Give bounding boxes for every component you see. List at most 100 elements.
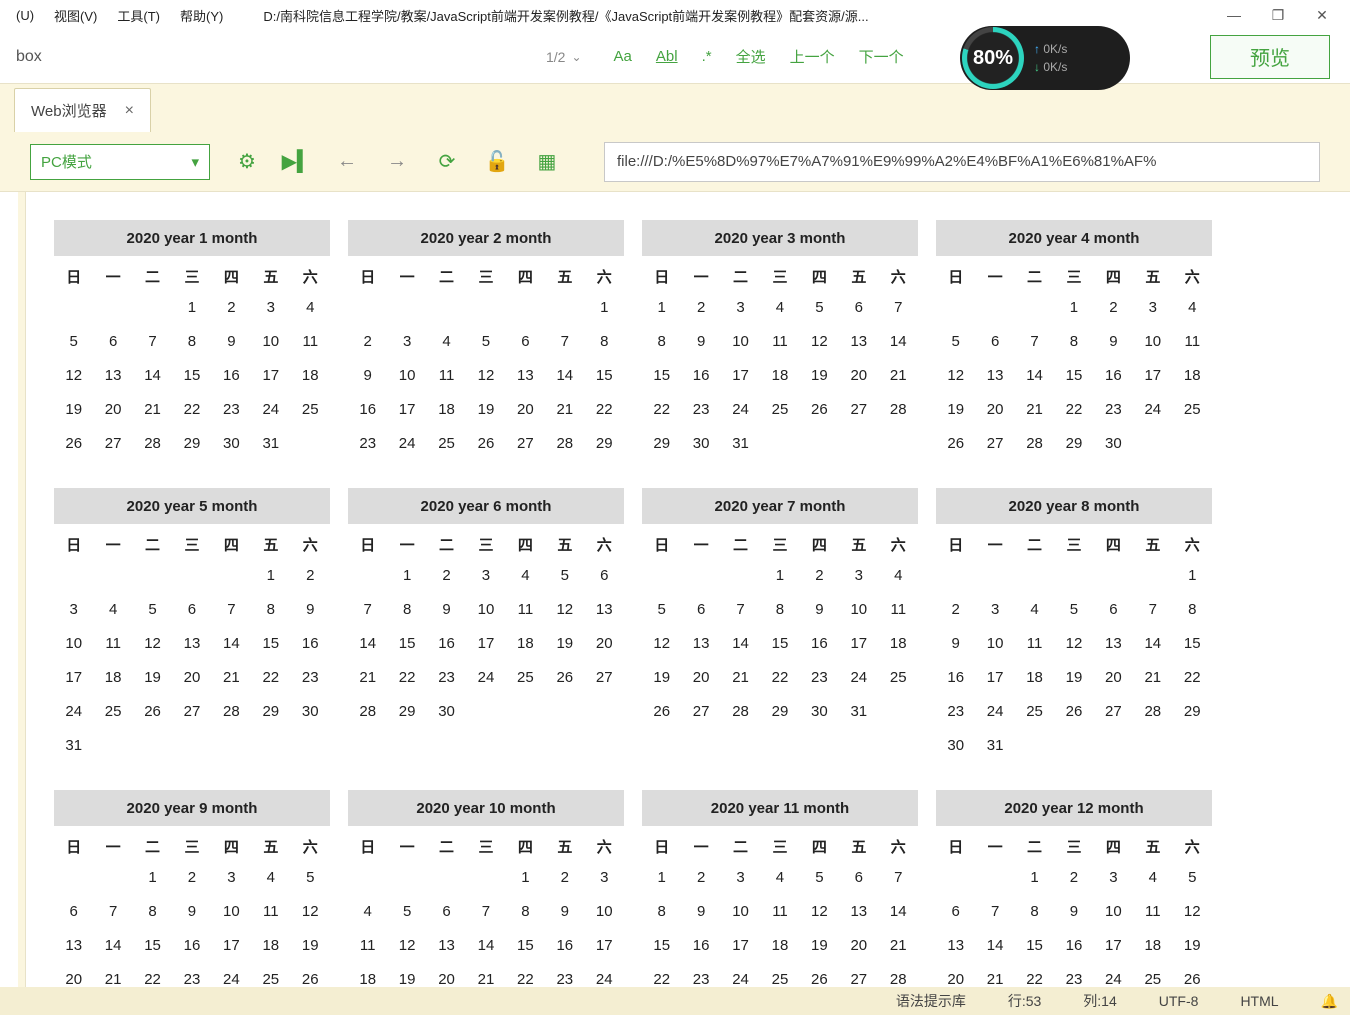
find-regex-option[interactable]: .* [702, 48, 712, 65]
calendar-day: 22 [642, 962, 681, 987]
calendar-day: 26 [1054, 694, 1093, 728]
tab-close-icon[interactable]: × [125, 102, 134, 120]
lock-icon[interactable]: 🔓 [484, 149, 510, 175]
menu-help[interactable]: 帮助(Y) [170, 6, 233, 25]
calendar-day: 25 [879, 660, 918, 694]
forward-icon[interactable]: → [384, 149, 410, 175]
calendar-day: 9 [291, 592, 330, 626]
calendar-day: 9 [681, 894, 720, 928]
calendar-day: 29 [585, 426, 624, 460]
calendar-day: 19 [545, 626, 584, 660]
status-encoding[interactable]: UTF-8 [1159, 993, 1199, 1009]
calendar-day: 23 [348, 426, 387, 460]
weekday-header: 六 [1173, 256, 1212, 290]
find-word-option[interactable]: Abl [656, 48, 678, 65]
calendar-day: 30 [936, 728, 975, 762]
back-icon[interactable]: ← [334, 149, 360, 175]
calendar-day: 1 [133, 860, 172, 894]
grid-icon[interactable]: ▦ [534, 149, 560, 175]
status-syntax[interactable]: 语法提示库 [896, 991, 966, 1011]
calendar-day: 23 [427, 660, 466, 694]
find-dropdown-icon[interactable]: ⌄ [571, 50, 581, 64]
find-input[interactable] [10, 42, 540, 72]
weekday-header: 日 [54, 524, 93, 558]
month-block: 2020 year 8 month日一二三四五六1234567891011121… [936, 488, 1212, 762]
calendar-day: 13 [585, 592, 624, 626]
calendar-day: 27 [975, 426, 1014, 460]
minimize-button[interactable]: — [1212, 7, 1256, 23]
calendar-day: 20 [172, 660, 211, 694]
weekday-header: 四 [800, 256, 839, 290]
calendar-day: 19 [1054, 660, 1093, 694]
devtools-icon[interactable]: ▶▍ [284, 149, 310, 175]
calendar-day: 8 [585, 324, 624, 358]
calendar-day: 25 [291, 392, 330, 426]
calendar-day: 23 [800, 660, 839, 694]
menu-view[interactable]: 视图(V) [44, 6, 107, 25]
calendar-day: 29 [760, 694, 799, 728]
tab-web-browser[interactable]: Web浏览器 × [14, 88, 151, 132]
calendar-day: 16 [212, 358, 251, 392]
calendar-day: 25 [93, 694, 132, 728]
calendar-table: 日一二三四五六123456789101112131415161718192021… [642, 524, 918, 728]
find-case-option[interactable]: Aa [614, 48, 632, 65]
bell-icon[interactable]: 🔔 [1321, 993, 1338, 1010]
calendar-day: 27 [585, 660, 624, 694]
status-lang[interactable]: HTML [1240, 993, 1278, 1009]
chevron-down-icon: ▾ [191, 153, 199, 171]
left-gutter [18, 192, 26, 987]
calendar-day: 6 [1094, 592, 1133, 626]
calendar-day: 17 [387, 392, 426, 426]
calendar-day: 30 [800, 694, 839, 728]
maximize-button[interactable]: ❐ [1256, 7, 1300, 24]
calendar-day: 20 [975, 392, 1014, 426]
calendar-day: 2 [427, 558, 466, 592]
calendar-day: 24 [387, 426, 426, 460]
performance-widget[interactable]: 80% 0K/s 0K/s [960, 26, 1130, 90]
calendar-day: 4 [1015, 592, 1054, 626]
calendar-day: 16 [681, 928, 720, 962]
calendar-day: 30 [291, 694, 330, 728]
calendar-day: 16 [800, 626, 839, 660]
weekday-header: 一 [387, 826, 426, 860]
weekday-header: 三 [466, 826, 505, 860]
find-selectall-option[interactable]: 全选 [736, 46, 766, 67]
url-input[interactable] [604, 142, 1320, 182]
calendar-day: 15 [1173, 626, 1212, 660]
weekday-header: 日 [348, 256, 387, 290]
calendar-day: 24 [975, 694, 1014, 728]
calendar-day: 10 [975, 626, 1014, 660]
weekday-header: 四 [212, 256, 251, 290]
mode-select[interactable]: PC模式 ▾ [30, 144, 210, 180]
reload-icon[interactable]: ⟳ [434, 149, 460, 175]
calendar-day: 21 [93, 962, 132, 987]
weekday-header: 三 [466, 524, 505, 558]
calendar-day: 27 [681, 694, 720, 728]
find-next-button[interactable]: 下一个 [859, 46, 904, 67]
calendar-day: 4 [1173, 290, 1212, 324]
calendar-day: 16 [1054, 928, 1093, 962]
gear-icon[interactable]: ⚙ [234, 149, 260, 175]
calendar-day: 14 [545, 358, 584, 392]
rendered-page[interactable]: 2020 year 1 month日一二三四五六1234567891011121… [26, 192, 1350, 987]
menu-tools[interactable]: 工具(T) [107, 6, 170, 25]
weekday-header: 五 [839, 826, 878, 860]
menu-u[interactable]: (U) [6, 8, 44, 23]
month-title: 2020 year 10 month [348, 790, 624, 826]
calendar-day: 19 [54, 392, 93, 426]
month-title: 2020 year 4 month [936, 220, 1212, 256]
preview-button[interactable]: 预览 [1210, 35, 1330, 79]
window-close-button[interactable]: ✕ [1300, 7, 1344, 24]
weekday-header: 日 [642, 524, 681, 558]
calendar-day: 23 [545, 962, 584, 987]
calendar-day: 8 [387, 592, 426, 626]
calendar-day: 26 [800, 392, 839, 426]
calendar-day: 9 [348, 358, 387, 392]
weekday-header: 四 [1094, 826, 1133, 860]
weekday-header: 六 [291, 524, 330, 558]
calendar-day: 17 [1094, 928, 1133, 962]
find-prev-button[interactable]: 上一个 [790, 46, 835, 67]
calendar-day: 2 [348, 324, 387, 358]
calendar-day: 15 [133, 928, 172, 962]
calendar-day: 11 [1133, 894, 1172, 928]
